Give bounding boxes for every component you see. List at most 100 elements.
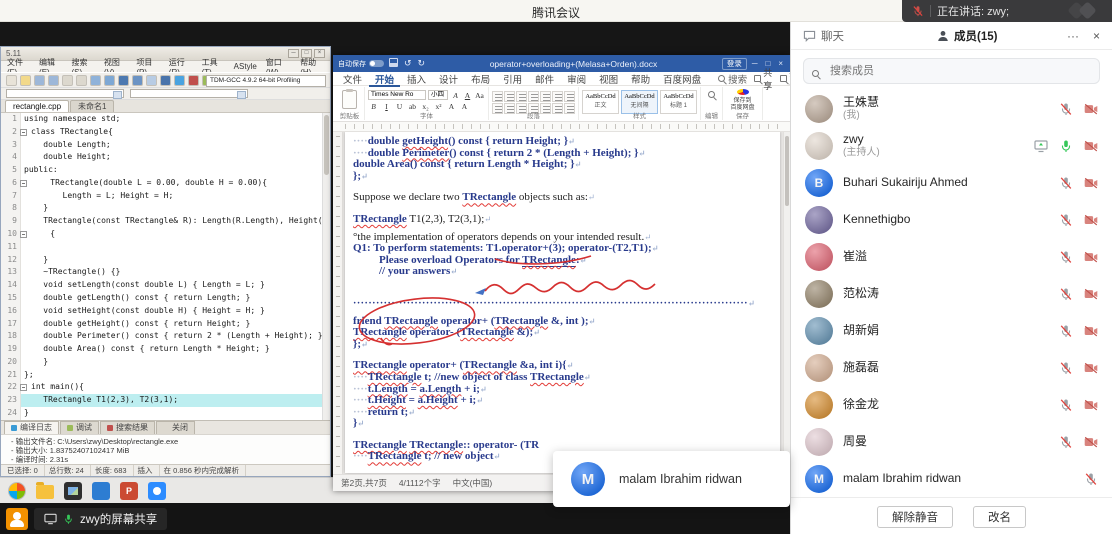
word-scrollbar[interactable] (783, 132, 790, 474)
ribbon-tab[interactable]: 审阅 (561, 71, 592, 87)
member-row[interactable]: 施磊磊 (791, 349, 1112, 386)
taskbar-icon[interactable] (36, 485, 54, 499)
font-case-button[interactable]: A (450, 91, 461, 100)
rebuild-icon[interactable] (132, 75, 143, 86)
autosave-toggle[interactable]: 自动保存 (338, 59, 384, 69)
ribbon-tab[interactable]: 邮件 (529, 71, 560, 87)
member-search-input[interactable] (803, 58, 1100, 84)
open-icon[interactable] (20, 75, 31, 86)
taskbar-icon[interactable]: P (120, 482, 138, 500)
member-row[interactable]: B Buhari Sukairiju Ahmed (791, 164, 1112, 201)
log-tabs[interactable]: 编译日志调试搜索结果关闭 (1, 420, 330, 434)
save-icon[interactable] (34, 75, 45, 86)
code-editor[interactable]: 1using namespace std; 2class TRectangle{… (1, 113, 330, 420)
fold-marker-icon[interactable] (20, 129, 27, 136)
baidu-save-group[interactable]: 保存到 百度网盘 保存 (723, 87, 763, 120)
check-icon[interactable] (174, 75, 185, 86)
member-browser-select[interactable] (130, 89, 248, 98)
comments-button[interactable]: 批注 (780, 66, 790, 92)
member-row[interactable]: 王姝慧 (我) (791, 90, 1112, 127)
redo-icon[interactable] (76, 75, 87, 86)
font-size-select[interactable]: 小四 (428, 90, 448, 100)
ribbon-tab[interactable]: 布局 (465, 71, 496, 87)
ribbon-tab[interactable]: 插入 (401, 71, 432, 87)
ribbon-tab[interactable]: 视图 (593, 71, 624, 87)
rename-button[interactable]: 改名 (973, 506, 1026, 528)
more-icon[interactable]: ··· (1067, 29, 1079, 43)
editor-tabs[interactable]: rectangle.cpp未命名1 (1, 100, 330, 113)
undo-icon[interactable]: ↺ (404, 58, 412, 69)
toggle-icon[interactable] (369, 60, 384, 67)
profile-icon[interactable] (160, 75, 171, 86)
baidu-netdisk-icon[interactable] (737, 89, 749, 95)
font-case-button[interactable]: A (462, 91, 473, 100)
class-browser-select[interactable] (6, 89, 124, 98)
ribbon-search[interactable]: 搜索 (712, 71, 753, 87)
quick-access-toolbar[interactable]: ↺ ↻ (389, 58, 425, 69)
ribbon-tab[interactable]: 引用 (497, 71, 528, 87)
run-icon[interactable] (104, 75, 115, 86)
find-icon[interactable] (708, 91, 715, 98)
ribbon-tab[interactable]: 开始 (369, 71, 400, 87)
paragraph-buttons[interactable] (492, 88, 575, 112)
font-case-button[interactable]: Aa (474, 91, 485, 100)
compile-run-icon[interactable] (118, 75, 129, 86)
member-row[interactable]: 胡新娟 (791, 312, 1112, 349)
taskbar-icon[interactable] (148, 482, 166, 500)
unmute-button[interactable]: 解除静音 (877, 506, 953, 528)
font-name-select[interactable]: Times New Ro (368, 90, 426, 100)
taskbar-icon[interactable] (64, 482, 82, 500)
member-row[interactable]: 徐金龙 (791, 386, 1112, 423)
editing-group[interactable]: 编辑 (701, 87, 723, 120)
ribbon-tab[interactable]: 百度网盘 (657, 71, 707, 87)
signin-button[interactable]: 登录 (722, 58, 747, 70)
member-row[interactable]: M malam Ibrahim ridwan (791, 460, 1112, 497)
paragraph-group[interactable]: 段落 (489, 87, 579, 120)
editor-scrollbar[interactable] (322, 113, 330, 420)
taskbar-icon[interactable] (8, 482, 26, 500)
log-tab[interactable]: 搜索结果 (100, 421, 155, 434)
log-tab[interactable]: 编译日志 (4, 421, 59, 434)
share-banner[interactable]: zwy的屏幕共享 (34, 508, 167, 530)
abort-icon[interactable] (188, 75, 199, 86)
compiler-select[interactable]: TDM-GCC 4.9.2 64-bit Profiling (206, 75, 326, 87)
member-share-icon[interactable] (6, 508, 28, 530)
debug-icon[interactable] (146, 75, 157, 86)
compile-icon[interactable] (90, 75, 101, 86)
member-row[interactable]: zwy (主持人) (791, 127, 1112, 164)
horizontal-ruler[interactable] (333, 122, 790, 132)
styles-group[interactable]: AaBbCcDd正文AaBbCcDd无间隔AaBbCcDd标题 1 样式 (579, 87, 701, 120)
log-tab[interactable]: 调试 (60, 421, 99, 434)
clipboard-group[interactable]: 剪贴板 (335, 87, 365, 120)
ribbon-tabs[interactable]: 文件开始插入设计布局引用邮件审阅视图帮助百度网盘 搜索 共享 批注 (333, 72, 790, 86)
editor-tab[interactable]: rectangle.cpp (5, 100, 69, 112)
undo-icon[interactable] (62, 75, 73, 86)
member-list[interactable]: 王姝慧 (我) zwy (主持人) (791, 90, 1112, 497)
menu-item[interactable]: AStyle (234, 62, 257, 71)
fold-marker-icon[interactable] (20, 231, 27, 238)
member-row[interactable]: Kennethigbo (791, 201, 1112, 238)
fold-marker-icon[interactable] (20, 384, 27, 391)
ribbon-tab[interactable]: 帮助 (625, 71, 656, 87)
word-titlebar[interactable]: 自动保存 ↺ ↻ operator+overloading+(Melasa+Or… (333, 55, 790, 72)
tab-members[interactable]: 成员(15) (937, 28, 997, 44)
member-row[interactable]: 崔溢 (791, 238, 1112, 275)
new-file-icon[interactable] (6, 75, 17, 86)
paste-icon[interactable] (342, 90, 357, 109)
tab-chat[interactable]: 聊天 (803, 28, 931, 44)
devcpp-toolbar[interactable]: TDM-GCC 4.9.2 64-bit Profiling (1, 72, 330, 88)
ribbon-tab[interactable]: 设计 (433, 71, 464, 87)
redo-icon[interactable]: ↻ (418, 58, 426, 69)
taskbar-icon[interactable] (92, 482, 110, 500)
editor-tab[interactable]: 未命名1 (70, 100, 114, 112)
member-row[interactable]: 周曼 (791, 423, 1112, 460)
document-page[interactable]: ····double getHeight() const { return He… (345, 132, 780, 473)
document-area[interactable]: ····double getHeight() const { return He… (333, 132, 790, 474)
save-icon[interactable] (389, 58, 398, 67)
member-row[interactable]: 范松涛 (791, 275, 1112, 312)
save-all-icon[interactable] (48, 75, 59, 86)
fold-marker-icon[interactable] (20, 180, 27, 187)
ribbon-tab[interactable]: 文件 (337, 71, 368, 87)
font-group[interactable]: Times New Ro 小四 AAAa BIUabx₂x²AA 字体 (365, 87, 489, 120)
devcpp-menubar[interactable]: 文件(F)编辑(E)搜索(S)视图(V)项目(P)运行(R)工具(T)AStyl… (1, 61, 330, 72)
